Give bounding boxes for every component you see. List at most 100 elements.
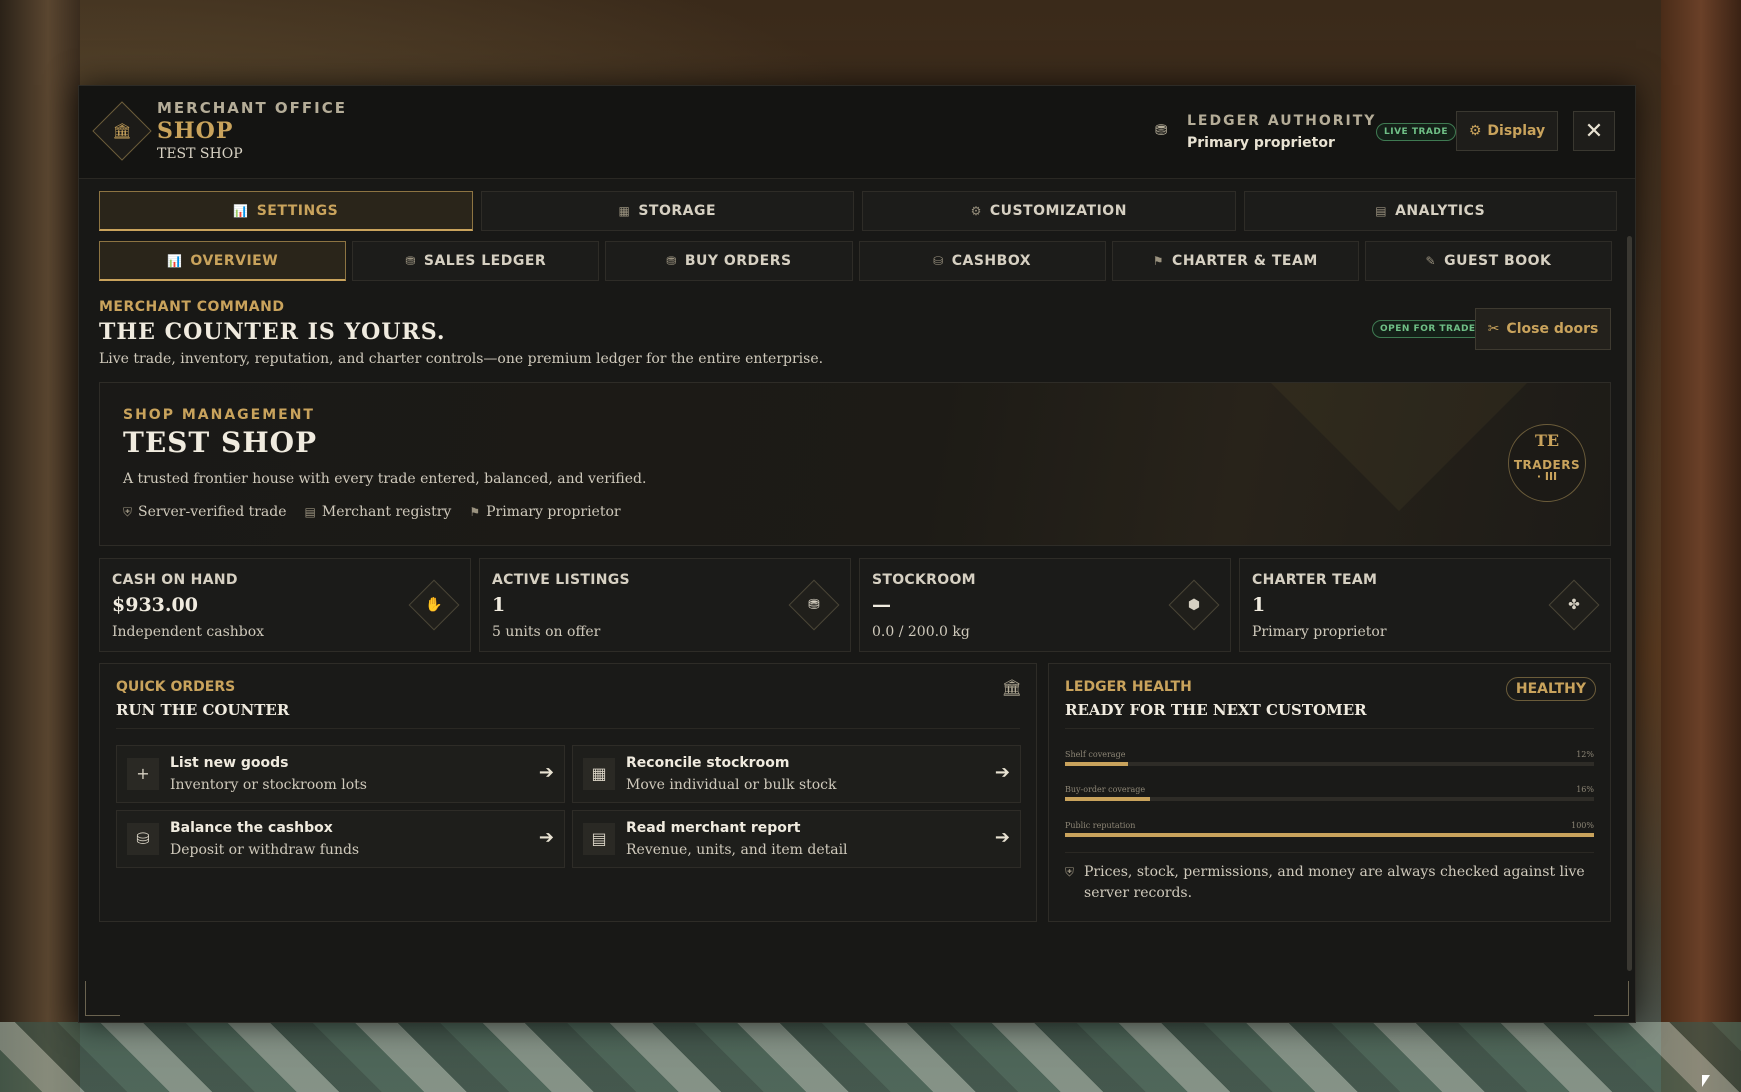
- box-icon: ▦: [583, 758, 615, 790]
- stat-sub: 0.0 / 200.0 kg: [872, 624, 970, 640]
- chart-icon: 📊: [166, 253, 183, 268]
- tab-label: OVERVIEW: [190, 252, 279, 269]
- tab-guest-book[interactable]: ✎ GUEST BOOK: [1364, 241, 1613, 281]
- bar-track: [1065, 833, 1594, 837]
- tab-charter-team[interactable]: ⚑ CHARTER & TEAM: [1111, 241, 1359, 281]
- tag-label: Merchant registry: [321, 504, 452, 520]
- ledger-health-card: LEDGER HEALTH READY FOR THE NEXT CUSTOME…: [1048, 663, 1611, 922]
- seal-initials: TE: [1534, 431, 1560, 450]
- arrow-right-icon: ➔: [994, 762, 1010, 783]
- action-title: Reconcile stockroom: [626, 755, 790, 771]
- divider: [1065, 852, 1594, 853]
- stat-value: 1: [492, 594, 506, 616]
- header-subtitle: TEST SHOP: [157, 146, 243, 162]
- tab-buy-orders[interactable]: ⛃ BUY ORDERS: [605, 241, 853, 281]
- office-logo: 🏛: [92, 101, 152, 161]
- merchant-office-panel: 🏛 MERCHANT OFFICE SHOP TEST SHOP ⛃ LEDGE…: [78, 85, 1636, 1023]
- quick-orders-card: QUICK ORDERS RUN THE COUNTER 🏛 + List ne…: [99, 663, 1037, 922]
- stat-value: 1: [1252, 594, 1266, 616]
- bar-label: Public reputation: [1065, 821, 1136, 830]
- tab-analytics[interactable]: ▤ ANALYTICS: [1243, 191, 1617, 231]
- bar-fill: [1065, 833, 1594, 837]
- sub-tabs: 📊 OVERVIEW ⛃ SALES LEDGER ⛃ BUY ORDERS ⛁…: [99, 241, 1613, 281]
- ledger-authority-value: Primary proprietor: [1187, 135, 1335, 151]
- background-left: [0, 0, 80, 1092]
- coins-icon: ⛃: [666, 254, 677, 268]
- decorative-triangle: [1271, 383, 1527, 511]
- tab-label: GUEST BOOK: [1444, 253, 1552, 269]
- intro-kicker: MERCHANT COMMAND: [99, 299, 285, 315]
- read-merchant-report-button[interactable]: ▤ Read merchant report Revenue, units, a…: [572, 810, 1021, 868]
- header-kicker: MERCHANT OFFICE: [157, 99, 347, 117]
- bar-track: [1065, 797, 1594, 801]
- close-icon: ✕: [1584, 118, 1604, 144]
- traders-seal: TE TRADERS · III: [1508, 424, 1586, 502]
- document-icon: ▤: [1375, 204, 1388, 218]
- stat-active-listings: ACTIVE LISTINGS 1 5 units on offer ⛃: [479, 558, 851, 652]
- stat-label: CHARTER TEAM: [1252, 572, 1378, 588]
- stat-emblem: ✋: [408, 579, 460, 631]
- open-for-trade-badge: OPEN FOR TRADE: [1372, 320, 1484, 338]
- ledger-note: ⛨ Prices, stock, permissions, and money …: [1065, 862, 1595, 904]
- balance-cashbox-button[interactable]: ⛁ Balance the cashbox Deposit or withdra…: [116, 810, 565, 868]
- tab-label: ANALYTICS: [1395, 203, 1486, 219]
- action-title: Balance the cashbox: [170, 820, 333, 836]
- close-button[interactable]: ✕: [1573, 111, 1615, 151]
- header-title: SHOP: [157, 118, 234, 144]
- tab-settings[interactable]: 📊 SETTINGS: [99, 191, 473, 231]
- tab-customization[interactable]: ⚙ CUSTOMIZATION: [862, 191, 1236, 231]
- tab-label: SALES LEDGER: [423, 253, 547, 269]
- box-icon: ▦: [618, 204, 631, 218]
- live-trade-badge: LIVE TRADE: [1376, 123, 1456, 141]
- coins-icon: ⛃: [405, 254, 416, 268]
- action-sub: Move individual or bulk stock: [626, 777, 837, 793]
- tag-server-verified: ⛨ Server-verified trade: [123, 504, 287, 520]
- stat-emblem: ✤: [1548, 579, 1600, 631]
- tab-overview[interactable]: 📊 OVERVIEW: [99, 241, 347, 281]
- stat-stockroom: STOCKROOM — 0.0 / 200.0 kg ⬢: [859, 558, 1231, 652]
- panel-scrollbar[interactable]: [1627, 236, 1632, 971]
- close-doors-button[interactable]: ✂ Close doors: [1475, 308, 1611, 350]
- document-icon: ▤: [304, 505, 316, 519]
- arrow-right-icon: ➔: [994, 827, 1010, 848]
- tab-sales-ledger[interactable]: ⛃ SALES LEDGER: [352, 241, 600, 281]
- action-sub: Inventory or stockroom lots: [170, 777, 367, 793]
- display-button[interactable]: ⚙ Display: [1456, 111, 1558, 151]
- bar-track: [1065, 762, 1594, 766]
- bank-icon: 🏛: [1001, 678, 1022, 697]
- tab-label: CUSTOMIZATION: [989, 203, 1127, 219]
- bank-icon: 🏛: [112, 122, 132, 140]
- tab-cashbox[interactable]: ⛁ CASHBOX: [858, 241, 1106, 281]
- chart-icon: 📊: [233, 203, 249, 218]
- shield-icon: ⛨: [1065, 865, 1075, 879]
- reconcile-stockroom-button[interactable]: ▦ Reconcile stockroom Move individual or…: [572, 745, 1021, 803]
- quick-orders-kicker: QUICK ORDERS: [116, 679, 236, 695]
- corner-ornament: [1594, 981, 1629, 1016]
- shop-management-hero: SHOP MANAGEMENT TEST SHOP A trusted fron…: [99, 382, 1611, 546]
- money-bag-icon: ⛁: [127, 823, 159, 855]
- bar-label: Shelf coverage: [1065, 750, 1126, 759]
- healthy-badge: HEALTHY: [1505, 677, 1596, 701]
- tab-storage[interactable]: ▦ STORAGE: [480, 191, 854, 231]
- stat-emblem: ⛃: [788, 579, 840, 631]
- gear-icon: ⚙: [970, 204, 982, 218]
- quick-orders-title: RUN THE COUNTER: [116, 701, 290, 719]
- intro-title: THE COUNTER IS YOURS.: [99, 319, 446, 345]
- stat-cash-on-hand: CASH ON HAND $933.00 Independent cashbox…: [99, 558, 471, 652]
- stat-sub: Primary proprietor: [1252, 624, 1387, 640]
- tag-merchant-registry: ▤ Merchant registry: [305, 504, 452, 520]
- pen-icon: ✎: [1425, 254, 1437, 268]
- team-icon: ⚑: [469, 505, 481, 519]
- tab-label: BUY ORDERS: [684, 253, 792, 269]
- hero-title: TEST SHOP: [123, 426, 318, 459]
- money-bag-icon: ⛁: [933, 254, 944, 268]
- divider: [116, 728, 1020, 729]
- ledger-authority-label: LEDGER AUTHORITY: [1187, 113, 1377, 129]
- ledger-health-title: READY FOR THE NEXT CUSTOMER: [1065, 701, 1367, 719]
- document-icon: ▤: [583, 823, 615, 855]
- team-icon: ⚑: [1152, 254, 1165, 268]
- arrow-right-icon: ➔: [538, 762, 554, 783]
- mouse-cursor-icon: [1702, 1075, 1710, 1087]
- main-tabs: 📊 SETTINGS ▦ STORAGE ⚙ CUSTOMIZATION ▤ A…: [99, 191, 1617, 231]
- list-new-goods-button[interactable]: + List new goods Inventory or stockroom …: [116, 745, 565, 803]
